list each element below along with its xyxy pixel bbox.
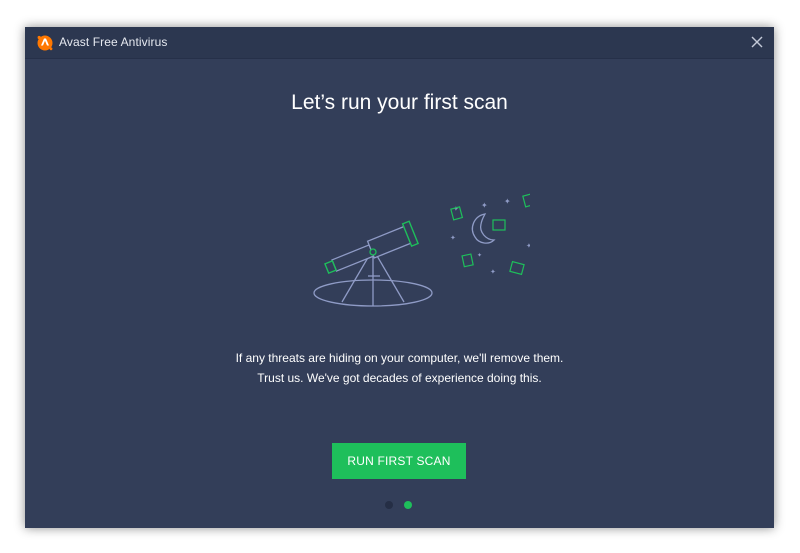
svg-text:✦: ✦: [477, 252, 482, 259]
svg-text:✦: ✦: [490, 268, 496, 276]
app-title: Avast Free Antivirus: [59, 35, 168, 49]
title-bar: Avast Free Antivirus: [25, 27, 774, 59]
svg-text:✦: ✦: [504, 197, 511, 206]
svg-text:✦: ✦: [481, 201, 488, 210]
avast-logo-icon: [37, 35, 53, 51]
telescope-illustration: ✦ ✦ ✦ ✦ ✦ ✦ ✦: [313, 193, 530, 307]
svg-text:✦: ✦: [526, 242, 530, 250]
svg-text:✦: ✦: [450, 234, 456, 242]
description-line-2: Trust us. We've got decades of experienc…: [257, 371, 542, 385]
pager-dots: [385, 501, 415, 511]
run-first-scan-button[interactable]: RUN FIRST SCAN: [332, 443, 466, 479]
description-line-1: If any threats are hiding on your comput…: [235, 351, 564, 365]
pager-dot-1[interactable]: [385, 501, 393, 509]
close-icon[interactable]: [748, 33, 766, 51]
app-window: Avast Free Antivirus Let’s run your firs…: [25, 27, 774, 528]
page-title: Let’s run your first scan: [291, 91, 508, 114]
pager-dot-2-active[interactable]: [404, 501, 412, 509]
